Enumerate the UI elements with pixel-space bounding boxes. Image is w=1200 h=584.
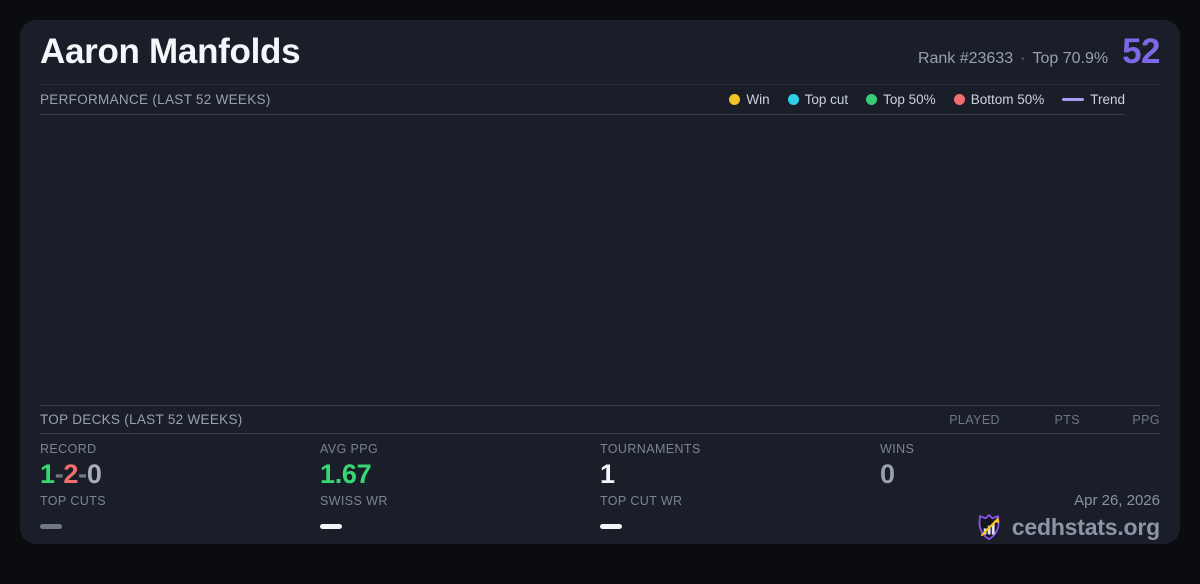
stat-tournaments: TOURNAMENTS 1 [600,434,880,486]
brand-link[interactable]: cedhstats.org [974,512,1160,542]
column-header-played: PLAYED [920,413,1000,427]
legend-label: Top cut [805,92,849,107]
score-value: 52 [1122,32,1160,72]
stat-top-cut-wr: TOP CUT WR [600,486,880,544]
bottom-50-dot-icon [954,94,965,105]
stat-record: RECORD 1-2-0 [40,434,320,486]
top-cuts-empty-dash [40,524,62,529]
performance-section-header: PERFORMANCE (LAST 52 WEEKS) Win Top cut … [40,85,1125,115]
stat-swiss-wr: SWISS WR [320,486,600,544]
column-header-pts: PTS [1000,413,1080,427]
stat-label: AVG PPG [320,442,600,456]
swiss-wr-empty-dash [320,524,342,529]
stat-label: WINS [880,442,1160,456]
chart-legend: Win Top cut Top 50% Bottom 50% Trend [729,92,1125,107]
brand-shield-barchart-icon [974,512,1004,542]
stat-avg-ppg: AVG PPG 1.67 [320,434,600,486]
top-cut-wr-empty-dash [600,524,622,529]
legend-label: Trend [1090,92,1125,107]
legend-label: Win [746,92,769,107]
top-decks-title: TOP DECKS (LAST 52 WEEKS) [40,412,920,427]
legend-item-win: Win [729,92,769,107]
stat-top-cuts: TOP CUTS [40,486,320,544]
stats-grid: RECORD 1-2-0 AVG PPG 1.67 TOURNAMENTS 1 … [40,434,1160,544]
win-dot-icon [729,94,740,105]
page-title: Aaron Manfolds [40,32,918,72]
performance-title: PERFORMANCE (LAST 52 WEEKS) [40,92,271,107]
card-footer: Apr 26, 2026 cedhstats.org [880,486,1160,544]
record-losses: 2 [63,459,78,489]
separator-dot: · [1020,50,1025,67]
legend-item-top-50: Top 50% [866,92,936,107]
header-right: Rank #23633 · Top 70.9% 52 [918,32,1160,72]
stat-label: TOP CUTS [40,494,320,508]
rank-text: Rank #23633 · Top 70.9% [918,50,1108,68]
legend-item-bottom-50: Bottom 50% [954,92,1045,107]
legend-label: Bottom 50% [971,92,1045,107]
top-50-dot-icon [866,94,877,105]
performance-chart [40,115,1160,405]
legend-label: Top 50% [883,92,936,107]
stat-label: TOP CUT WR [600,494,880,508]
record-separator: - [78,459,87,489]
stat-label: SWISS WR [320,494,600,508]
stat-wins: WINS 0 [880,434,1160,486]
legend-item-top-cut: Top cut [788,92,849,107]
card-header: Aaron Manfolds Rank #23633 · Top 70.9% 52 [40,20,1160,85]
date-label: Apr 26, 2026 [1074,492,1160,509]
stat-label: TOURNAMENTS [600,442,880,456]
top-cut-dot-icon [788,94,799,105]
player-stats-card: Aaron Manfolds Rank #23633·Top 70.9% 52 … [20,20,1180,544]
percentile-label: Top 70.9% [1032,50,1108,67]
top-decks-header: TOP DECKS (LAST 52 WEEKS) PLAYED PTS PPG [40,405,1160,434]
record-wins: 1 [40,459,55,489]
legend-item-trend: Trend [1062,92,1125,107]
rank-label: Rank #23633 [918,50,1013,67]
trend-line-icon [1062,98,1084,101]
record-draws: 0 [87,459,102,489]
stat-label: RECORD [40,442,320,456]
column-header-ppg: PPG [1080,413,1160,427]
brand-name: cedhstats.org [1012,514,1160,541]
